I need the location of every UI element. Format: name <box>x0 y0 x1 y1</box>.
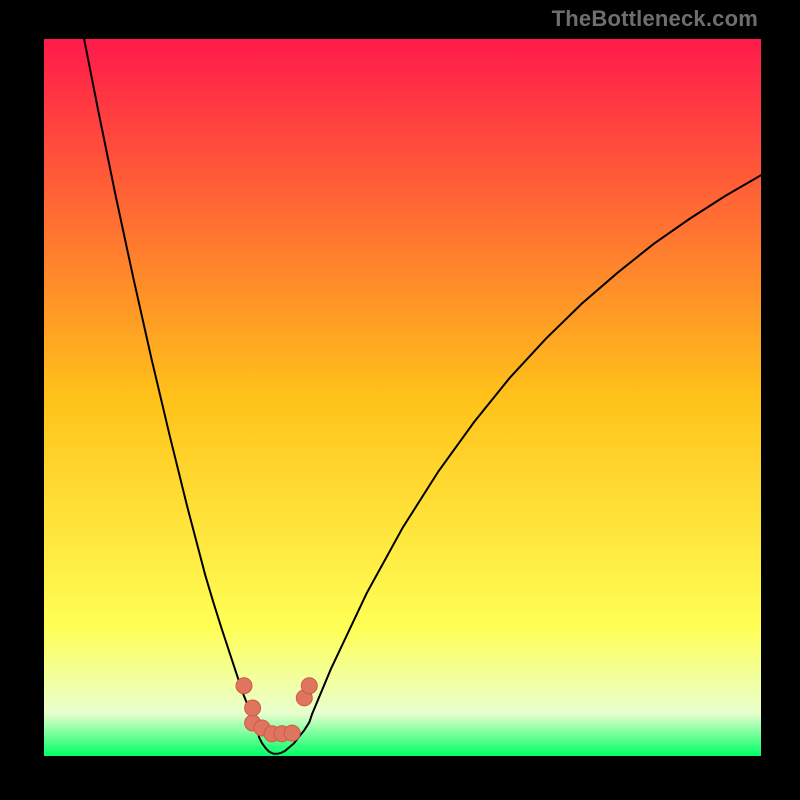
gradient-background <box>44 39 761 756</box>
valley-marker <box>284 725 300 741</box>
valley-marker <box>301 678 317 694</box>
valley-marker <box>245 700 261 716</box>
chart-frame: TheBottleneck.com <box>0 0 800 800</box>
valley-marker <box>236 678 252 694</box>
plot-area <box>44 39 761 756</box>
chart-svg <box>44 39 761 756</box>
watermark-text: TheBottleneck.com <box>552 6 758 32</box>
